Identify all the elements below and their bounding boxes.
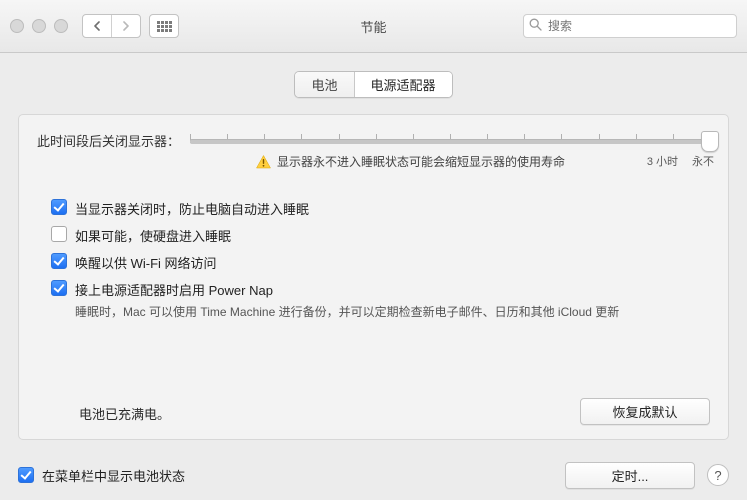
- search-icon: [529, 18, 542, 31]
- option-2-checkbox[interactable]: [51, 253, 67, 269]
- slider-thumb[interactable]: [701, 131, 719, 152]
- restore-defaults-button[interactable]: 恢复成默认: [580, 398, 710, 425]
- tick-label-never: 永不: [692, 153, 714, 169]
- tab-power-adapter[interactable]: 电源适配器: [355, 72, 452, 97]
- display-sleep-label: 此时间段后关闭显示器：: [37, 129, 190, 150]
- schedule-button[interactable]: 定时...: [565, 462, 695, 489]
- slider-tick-labels: 3 小时 永不: [647, 153, 714, 169]
- option-3-label: 接上电源适配器时启用 Power Nap: [75, 280, 273, 299]
- battery-status-text: 电池已充满电。: [79, 404, 170, 423]
- option-3-subnote: 睡眠时，Mac 可以使用 Time Machine 进行备份，并可以定期检查新电…: [75, 303, 710, 320]
- back-button[interactable]: [83, 15, 112, 37]
- show-in-menubar-checkbox[interactable]: [18, 467, 34, 483]
- toolbar-search: [523, 14, 737, 38]
- option-3-checkbox[interactable]: [51, 280, 67, 296]
- help-button[interactable]: ?: [707, 464, 729, 486]
- search-input[interactable]: [523, 14, 737, 38]
- show-in-menubar-label: 在菜单栏中显示电池状态: [42, 466, 185, 485]
- tick-label-3h: 3 小时: [647, 153, 678, 169]
- window-controls: [10, 19, 68, 33]
- warning-text: 显示器永不进入睡眠状态可能会缩短显示器的使用寿命: [277, 153, 565, 170]
- option-1-label: 如果可能，使硬盘进入睡眠: [75, 226, 231, 245]
- window-toolbar: 节能: [0, 0, 747, 53]
- grid-icon: [157, 21, 172, 32]
- option-0-checkbox[interactable]: [51, 199, 67, 215]
- options-list: 当显示器关闭时，防止电脑自动进入睡眠如果可能，使硬盘进入睡眠唤醒以供 Wi-Fi…: [37, 199, 710, 320]
- minimize-window-button[interactable]: [32, 19, 46, 33]
- prefpane-window: 节能 电池 电源适配器 此时间段后关闭显示器：: [0, 0, 747, 500]
- warning-icon: [256, 155, 271, 169]
- option-0-label: 当显示器关闭时，防止电脑自动进入睡眠: [75, 199, 309, 218]
- display-sleep-row: 此时间段后关闭显示器： 显示器永不进入睡眠状态可能会缩短显示器的使用寿命 3 小…: [37, 129, 710, 173]
- back-forward-segment: [82, 14, 141, 38]
- zoom-window-button[interactable]: [54, 19, 68, 33]
- power-source-tabs: 电池 电源适配器: [0, 71, 747, 98]
- display-sleep-warning: 显示器永不进入睡眠状态可能会缩短显示器的使用寿命: [256, 153, 565, 170]
- option-2-label: 唤醒以供 Wi-Fi 网络访问: [75, 253, 217, 272]
- forward-button[interactable]: [112, 15, 140, 37]
- display-sleep-slider[interactable]: 显示器永不进入睡眠状态可能会缩短显示器的使用寿命 3 小时 永不: [190, 129, 710, 173]
- window-bottom-bar: 在菜单栏中显示电池状态 定时... ?: [0, 450, 747, 500]
- close-window-button[interactable]: [10, 19, 24, 33]
- tab-battery[interactable]: 电池: [295, 72, 354, 97]
- option-1-checkbox[interactable]: [51, 226, 67, 242]
- show-all-button[interactable]: [149, 14, 179, 38]
- settings-content: 此时间段后关闭显示器： 显示器永不进入睡眠状态可能会缩短显示器的使用寿命 3 小…: [18, 114, 729, 440]
